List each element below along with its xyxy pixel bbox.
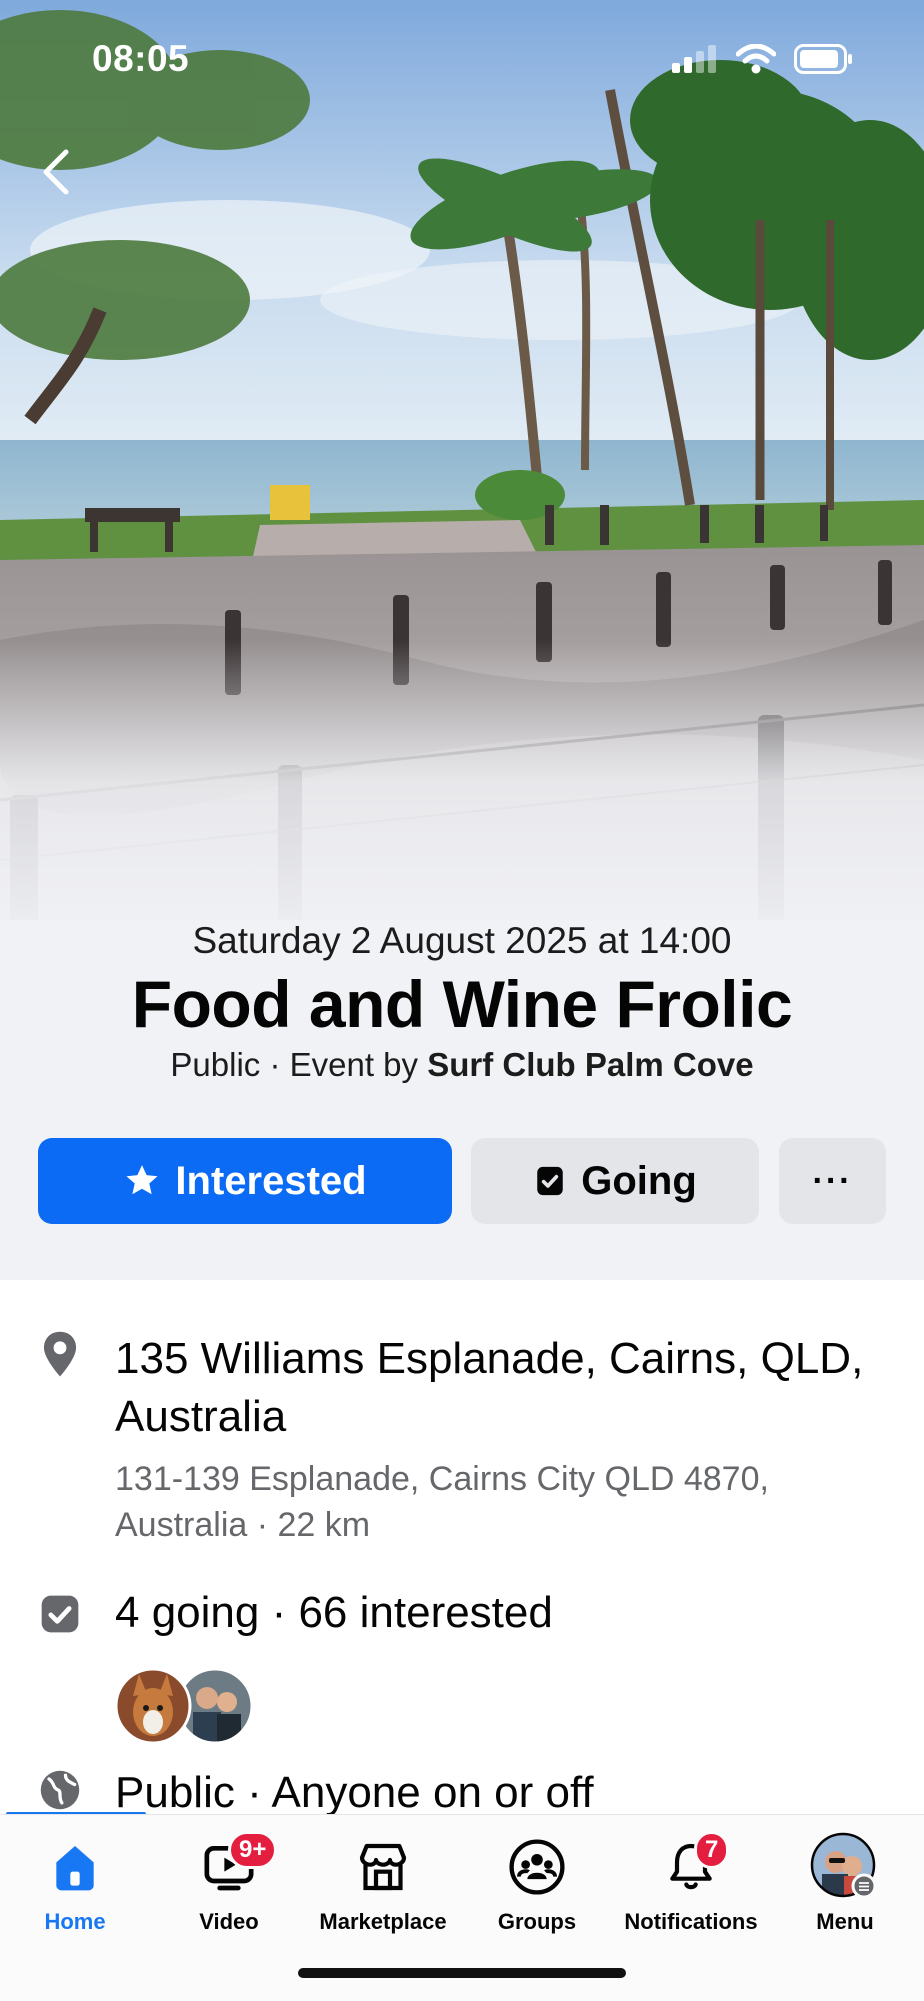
interested-label: Interested: [175, 1158, 367, 1203]
tab-home[interactable]: Home: [0, 1835, 150, 1935]
cover-fade: [0, 640, 924, 960]
tab-menu[interactable]: Menu: [770, 1832, 920, 1935]
more-icon: ···: [812, 1161, 853, 1200]
home-indicator: [298, 1968, 626, 1978]
event-datetime: Saturday 2 August 2025 at 14:00: [192, 920, 732, 961]
calendar-check-icon: [38, 1592, 82, 1641]
attendance-summary[interactable]: 4 going · 66 interested: [115, 1588, 553, 1638]
event-header: Saturday 2 August 2025 at 14:00 Food and…: [0, 920, 924, 1280]
tab-marketplace[interactable]: Marketplace: [308, 1835, 458, 1935]
chevron-left-icon: [43, 149, 69, 195]
event-title: Food and Wine Frolic: [131, 967, 793, 1041]
tab-video-label: Video: [199, 1909, 259, 1934]
tab-marketplace-label: Marketplace: [319, 1909, 447, 1934]
location-address: 131-139 Esplanade, Cairns City QLD 4870,…: [115, 1460, 769, 1544]
attendee-avatars[interactable]: [114, 1667, 255, 1745]
tab-home-label: Home: [44, 1909, 106, 1934]
more-options-button[interactable]: ···: [779, 1138, 886, 1224]
interested-button[interactable]: Interested: [38, 1138, 452, 1224]
event-details: 135 Williams Esplanade, Cairns, QLD, Aus…: [0, 1280, 924, 1820]
signal-icon: [672, 45, 718, 78]
status-time: 08:05: [92, 38, 190, 79]
going-label: Going: [581, 1158, 697, 1203]
marketplace-icon: [359, 1843, 407, 1891]
tab-groups-label: Groups: [497, 1909, 577, 1934]
calendar-check-icon: [537, 1166, 563, 1196]
wifi-icon: [735, 43, 777, 79]
event-cover-photo[interactable]: [0, 0, 924, 960]
tab-notifications-label: Notifications: [624, 1909, 758, 1934]
location-pin-icon: [38, 1330, 82, 1385]
byline-prefix: · Event by: [269, 1046, 419, 1083]
privacy-info: Public · Anyone on or off: [115, 1768, 594, 1817]
tab-menu-label: Menu: [816, 1909, 874, 1934]
going-button[interactable]: Going: [471, 1138, 759, 1224]
event-visibility: Public: [170, 1046, 261, 1083]
video-badge: 9+: [228, 1831, 278, 1869]
battery-icon: [794, 44, 854, 79]
groups-icon: [509, 1839, 565, 1895]
back-button[interactable]: [36, 146, 76, 198]
status-bar: 08:05: [0, 0, 924, 120]
home-icon: [56, 1846, 94, 1891]
tab-video[interactable]: 9+ Video: [154, 1831, 304, 1935]
tab-groups[interactable]: Groups: [462, 1835, 612, 1935]
status-icons: [672, 43, 854, 79]
star-icon: [126, 1165, 158, 1195]
location-title[interactable]: 135 Williams Esplanade, Cairns, QLD, Aus…: [115, 1330, 895, 1446]
globe-icon: [38, 1768, 82, 1817]
tab-notifications[interactable]: 7 Notifications: [616, 1831, 766, 1935]
event-byline: Public · Event by Surf Club Palm Cove: [0, 1046, 924, 1084]
avatar: [810, 1832, 877, 1899]
event-host-link[interactable]: Surf Club Palm Cove: [427, 1046, 753, 1083]
notifications-badge: 7: [694, 1831, 730, 1869]
